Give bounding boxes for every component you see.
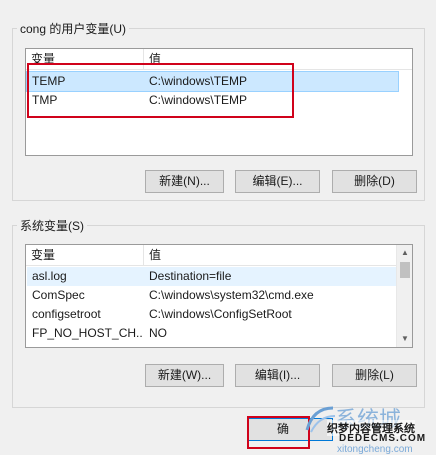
var-value: Destination=file <box>149 269 232 283</box>
annotation-box-ok-button <box>247 416 310 449</box>
var-name: configsetroot <box>32 307 101 321</box>
var-name: FP_NO_HOST_CH... <box>32 326 142 340</box>
scrollbar-thumb[interactable] <box>400 262 410 278</box>
system-delete-button[interactable]: 删除(L) <box>332 364 417 387</box>
system-var-row[interactable]: configsetroot C:\windows\ConfigSetRoot <box>27 305 396 324</box>
vertical-scrollbar[interactable]: ▲ ▼ <box>396 245 412 347</box>
system-variables-title: 系统变量(S) <box>17 219 87 233</box>
annotation-box-user-vars <box>27 63 294 118</box>
var-value: NO <box>149 326 167 340</box>
user-delete-button[interactable]: 删除(D) <box>332 170 417 193</box>
system-variables-header: 变量 值 <box>26 245 412 266</box>
var-value: C:\windows\ConfigSetRoot <box>149 307 292 321</box>
var-value: C:\windows\system32\cmd.exe <box>149 288 314 302</box>
system-variables-list[interactable]: 变量 值 asl.log Destination=file ComSpec C:… <box>25 244 413 348</box>
system-var-row[interactable]: FP_NO_HOST_CH... NO <box>27 324 396 343</box>
watermark-cms-url: DEDECMS.COM <box>339 433 427 444</box>
system-new-button[interactable]: 新建(W)... <box>145 364 224 387</box>
scroll-up-icon[interactable]: ▲ <box>397 245 412 261</box>
system-var-row[interactable]: ComSpec C:\windows\system32\cmd.exe <box>27 286 396 305</box>
system-edit-button[interactable]: 编辑(I)... <box>235 364 320 387</box>
user-new-button[interactable]: 新建(N)... <box>145 170 224 193</box>
watermark-url: xitongcheng.com <box>337 444 413 455</box>
user-variables-title: cong 的用户变量(U) <box>17 22 130 36</box>
col-header-variable[interactable]: 变量 <box>26 245 143 265</box>
scroll-down-icon[interactable]: ▼ <box>397 331 412 347</box>
watermark-cms-name: 织梦内容管理系统 <box>327 420 415 436</box>
user-edit-button[interactable]: 编辑(E)... <box>235 170 320 193</box>
var-name: ComSpec <box>32 288 85 302</box>
col-header-value[interactable]: 值 <box>144 245 396 265</box>
var-name: asl.log <box>32 269 67 283</box>
system-var-row[interactable]: asl.log Destination=file <box>27 267 396 286</box>
